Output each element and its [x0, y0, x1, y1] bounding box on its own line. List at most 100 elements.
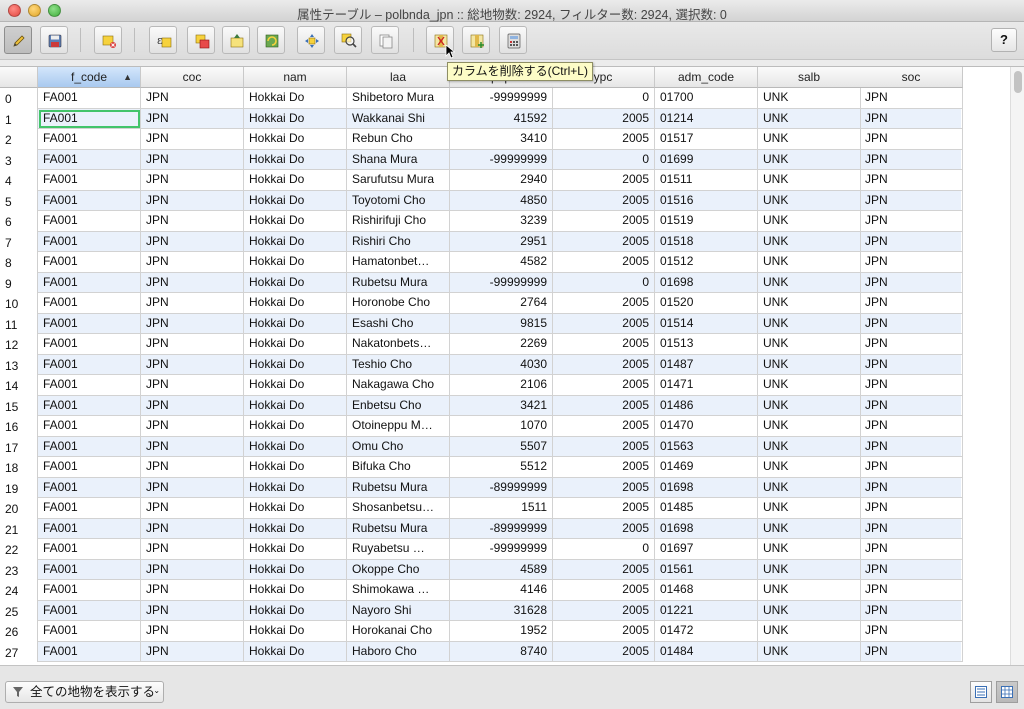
- table-row[interactable]: 16 FA001 JPN Hokkai Do Otoineppu M… 1070 2005 0…: [0, 416, 963, 437]
- table-cell-laa[interactable]: Shana Mura: [347, 149, 450, 170]
- table-cell-ypc[interactable]: 2005: [552, 559, 655, 580]
- table-cell-adm-code[interactable]: 01511: [655, 170, 758, 191]
- table-cell-nam[interactable]: Hokkai Do: [244, 539, 347, 560]
- table-cell-laa[interactable]: Enbetsu Cho: [347, 395, 450, 416]
- table-cell-salb[interactable]: UNK: [758, 539, 861, 560]
- row-number[interactable]: 19: [0, 477, 38, 498]
- table-cell-salb[interactable]: UNK: [758, 518, 861, 539]
- row-number[interactable]: 21: [0, 518, 38, 539]
- table-cell-pop[interactable]: -99999999: [450, 88, 553, 109]
- table-cell-pop[interactable]: 5507: [450, 436, 553, 457]
- table-cell-coc[interactable]: JPN: [141, 211, 244, 232]
- table-cell-coc[interactable]: JPN: [141, 436, 244, 457]
- table-cell-f-code[interactable]: FA001: [38, 600, 141, 621]
- table-cell-salb[interactable]: UNK: [758, 88, 861, 109]
- table-cell-pop[interactable]: 4146: [450, 580, 553, 601]
- table-cell-ypc[interactable]: 0: [552, 88, 655, 109]
- row-number[interactable]: 1: [0, 108, 38, 129]
- table-cell-coc[interactable]: JPN: [141, 293, 244, 314]
- table-cell-soc[interactable]: JPN: [860, 129, 963, 150]
- table-cell-coc[interactable]: JPN: [141, 313, 244, 334]
- table-row[interactable]: 3 FA001 JPN Hokkai Do Shana Mura -99999999 0 01…: [0, 149, 963, 170]
- column-header-adm-code[interactable]: adm_code: [655, 67, 758, 88]
- table-cell-adm-code[interactable]: 01517: [655, 129, 758, 150]
- table-cell-f-code[interactable]: FA001: [38, 621, 141, 642]
- table-cell-soc[interactable]: JPN: [860, 457, 963, 478]
- invert-selection-button[interactable]: [257, 26, 285, 54]
- table-cell-pop[interactable]: 2269: [450, 334, 553, 355]
- row-number[interactable]: 15: [0, 395, 38, 416]
- form-view-button[interactable]: [970, 681, 992, 703]
- table-cell-pop[interactable]: 31628: [450, 600, 553, 621]
- table-cell-nam[interactable]: Hokkai Do: [244, 518, 347, 539]
- table-cell-adm-code[interactable]: 01221: [655, 600, 758, 621]
- table-cell-laa[interactable]: Shosanbetsu…: [347, 498, 450, 519]
- table-cell-nam[interactable]: Hokkai Do: [244, 272, 347, 293]
- table-cell-pop[interactable]: 8740: [450, 641, 553, 662]
- table-cell-coc[interactable]: JPN: [141, 190, 244, 211]
- table-cell-salb[interactable]: UNK: [758, 498, 861, 519]
- table-cell-laa[interactable]: Shimokawa …: [347, 580, 450, 601]
- table-row[interactable]: 21 FA001 JPN Hokkai Do Rubetsu Mura -89999999…: [0, 518, 963, 539]
- table-row[interactable]: 4 FA001 JPN Hokkai Do Sarufutsu Mura 2940 2005…: [0, 170, 963, 191]
- table-row[interactable]: 6 FA001 JPN Hokkai Do Rishirifuji Cho 3239 200…: [0, 211, 963, 232]
- table-cell-f-code[interactable]: FA001: [38, 190, 141, 211]
- table-cell-f-code[interactable]: FA001: [38, 498, 141, 519]
- table-cell-ypc[interactable]: 2005: [552, 252, 655, 273]
- table-cell-adm-code[interactable]: 01472: [655, 621, 758, 642]
- table-cell-nam[interactable]: Hokkai Do: [244, 621, 347, 642]
- table-cell-adm-code[interactable]: 01563: [655, 436, 758, 457]
- table-cell-adm-code[interactable]: 01512: [655, 252, 758, 273]
- column-header-f-code[interactable]: f_code ▲: [38, 67, 141, 88]
- table-cell-nam[interactable]: Hokkai Do: [244, 293, 347, 314]
- table-cell-soc[interactable]: JPN: [860, 170, 963, 191]
- table-cell-soc[interactable]: JPN: [860, 580, 963, 601]
- table-cell-ypc[interactable]: 2005: [552, 600, 655, 621]
- table-cell-soc[interactable]: JPN: [860, 293, 963, 314]
- table-cell-soc[interactable]: JPN: [860, 190, 963, 211]
- feature-filter-dropdown[interactable]: 全ての地物を表示する ⌄: [5, 681, 165, 703]
- table-cell-nam[interactable]: Hokkai Do: [244, 108, 347, 129]
- table-cell-salb[interactable]: UNK: [758, 580, 861, 601]
- table-cell-coc[interactable]: JPN: [141, 88, 244, 109]
- row-number[interactable]: 27: [0, 641, 38, 662]
- table-cell-soc[interactable]: JPN: [860, 395, 963, 416]
- table-cell-salb[interactable]: UNK: [758, 108, 861, 129]
- table-cell-coc[interactable]: JPN: [141, 272, 244, 293]
- table-cell-f-code[interactable]: FA001: [38, 436, 141, 457]
- table-cell-coc[interactable]: JPN: [141, 539, 244, 560]
- table-row[interactable]: 1 FA001 JPN Hokkai Do Wakkanai Shi 41592 2005 0…: [0, 108, 963, 129]
- table-cell-nam[interactable]: Hokkai Do: [244, 641, 347, 662]
- table-cell-pop[interactable]: -99999999: [450, 272, 553, 293]
- table-cell-soc[interactable]: JPN: [860, 211, 963, 232]
- table-cell-soc[interactable]: JPN: [860, 559, 963, 580]
- table-cell-soc[interactable]: JPN: [860, 252, 963, 273]
- table-cell-pop[interactable]: 4582: [450, 252, 553, 273]
- table-cell-f-code[interactable]: FA001: [38, 129, 141, 150]
- field-calculator-button[interactable]: [499, 26, 527, 54]
- row-number[interactable]: 16: [0, 416, 38, 437]
- table-cell-pop[interactable]: -89999999: [450, 477, 553, 498]
- table-cell-coc[interactable]: JPN: [141, 518, 244, 539]
- table-cell-salb[interactable]: UNK: [758, 436, 861, 457]
- table-cell-f-code[interactable]: FA001: [38, 88, 141, 109]
- delete-selected-button[interactable]: [94, 26, 122, 54]
- table-cell-f-code[interactable]: FA001: [38, 108, 141, 129]
- table-row[interactable]: 24 FA001 JPN Hokkai Do Shimokawa … 4146 2005 01…: [0, 580, 963, 601]
- zoom-map-to-selection-button[interactable]: [334, 26, 362, 54]
- row-number[interactable]: 9: [0, 272, 38, 293]
- table-cell-laa[interactable]: Nakagawa Cho: [347, 375, 450, 396]
- table-cell-ypc[interactable]: 0: [552, 539, 655, 560]
- table-cell-salb[interactable]: UNK: [758, 252, 861, 273]
- column-header-soc[interactable]: soc: [860, 67, 963, 88]
- table-cell-pop[interactable]: 41592: [450, 108, 553, 129]
- table-cell-coc[interactable]: JPN: [141, 375, 244, 396]
- table-cell-adm-code[interactable]: 01520: [655, 293, 758, 314]
- table-cell-f-code[interactable]: FA001: [38, 149, 141, 170]
- table-cell-nam[interactable]: Hokkai Do: [244, 252, 347, 273]
- table-cell-soc[interactable]: JPN: [860, 498, 963, 519]
- table-cell-nam[interactable]: Hokkai Do: [244, 129, 347, 150]
- table-cell-coc[interactable]: JPN: [141, 354, 244, 375]
- table-row[interactable]: 26 FA001 JPN Hokkai Do Horokanai Cho 1952 2005…: [0, 621, 963, 642]
- table-cell-coc[interactable]: JPN: [141, 641, 244, 662]
